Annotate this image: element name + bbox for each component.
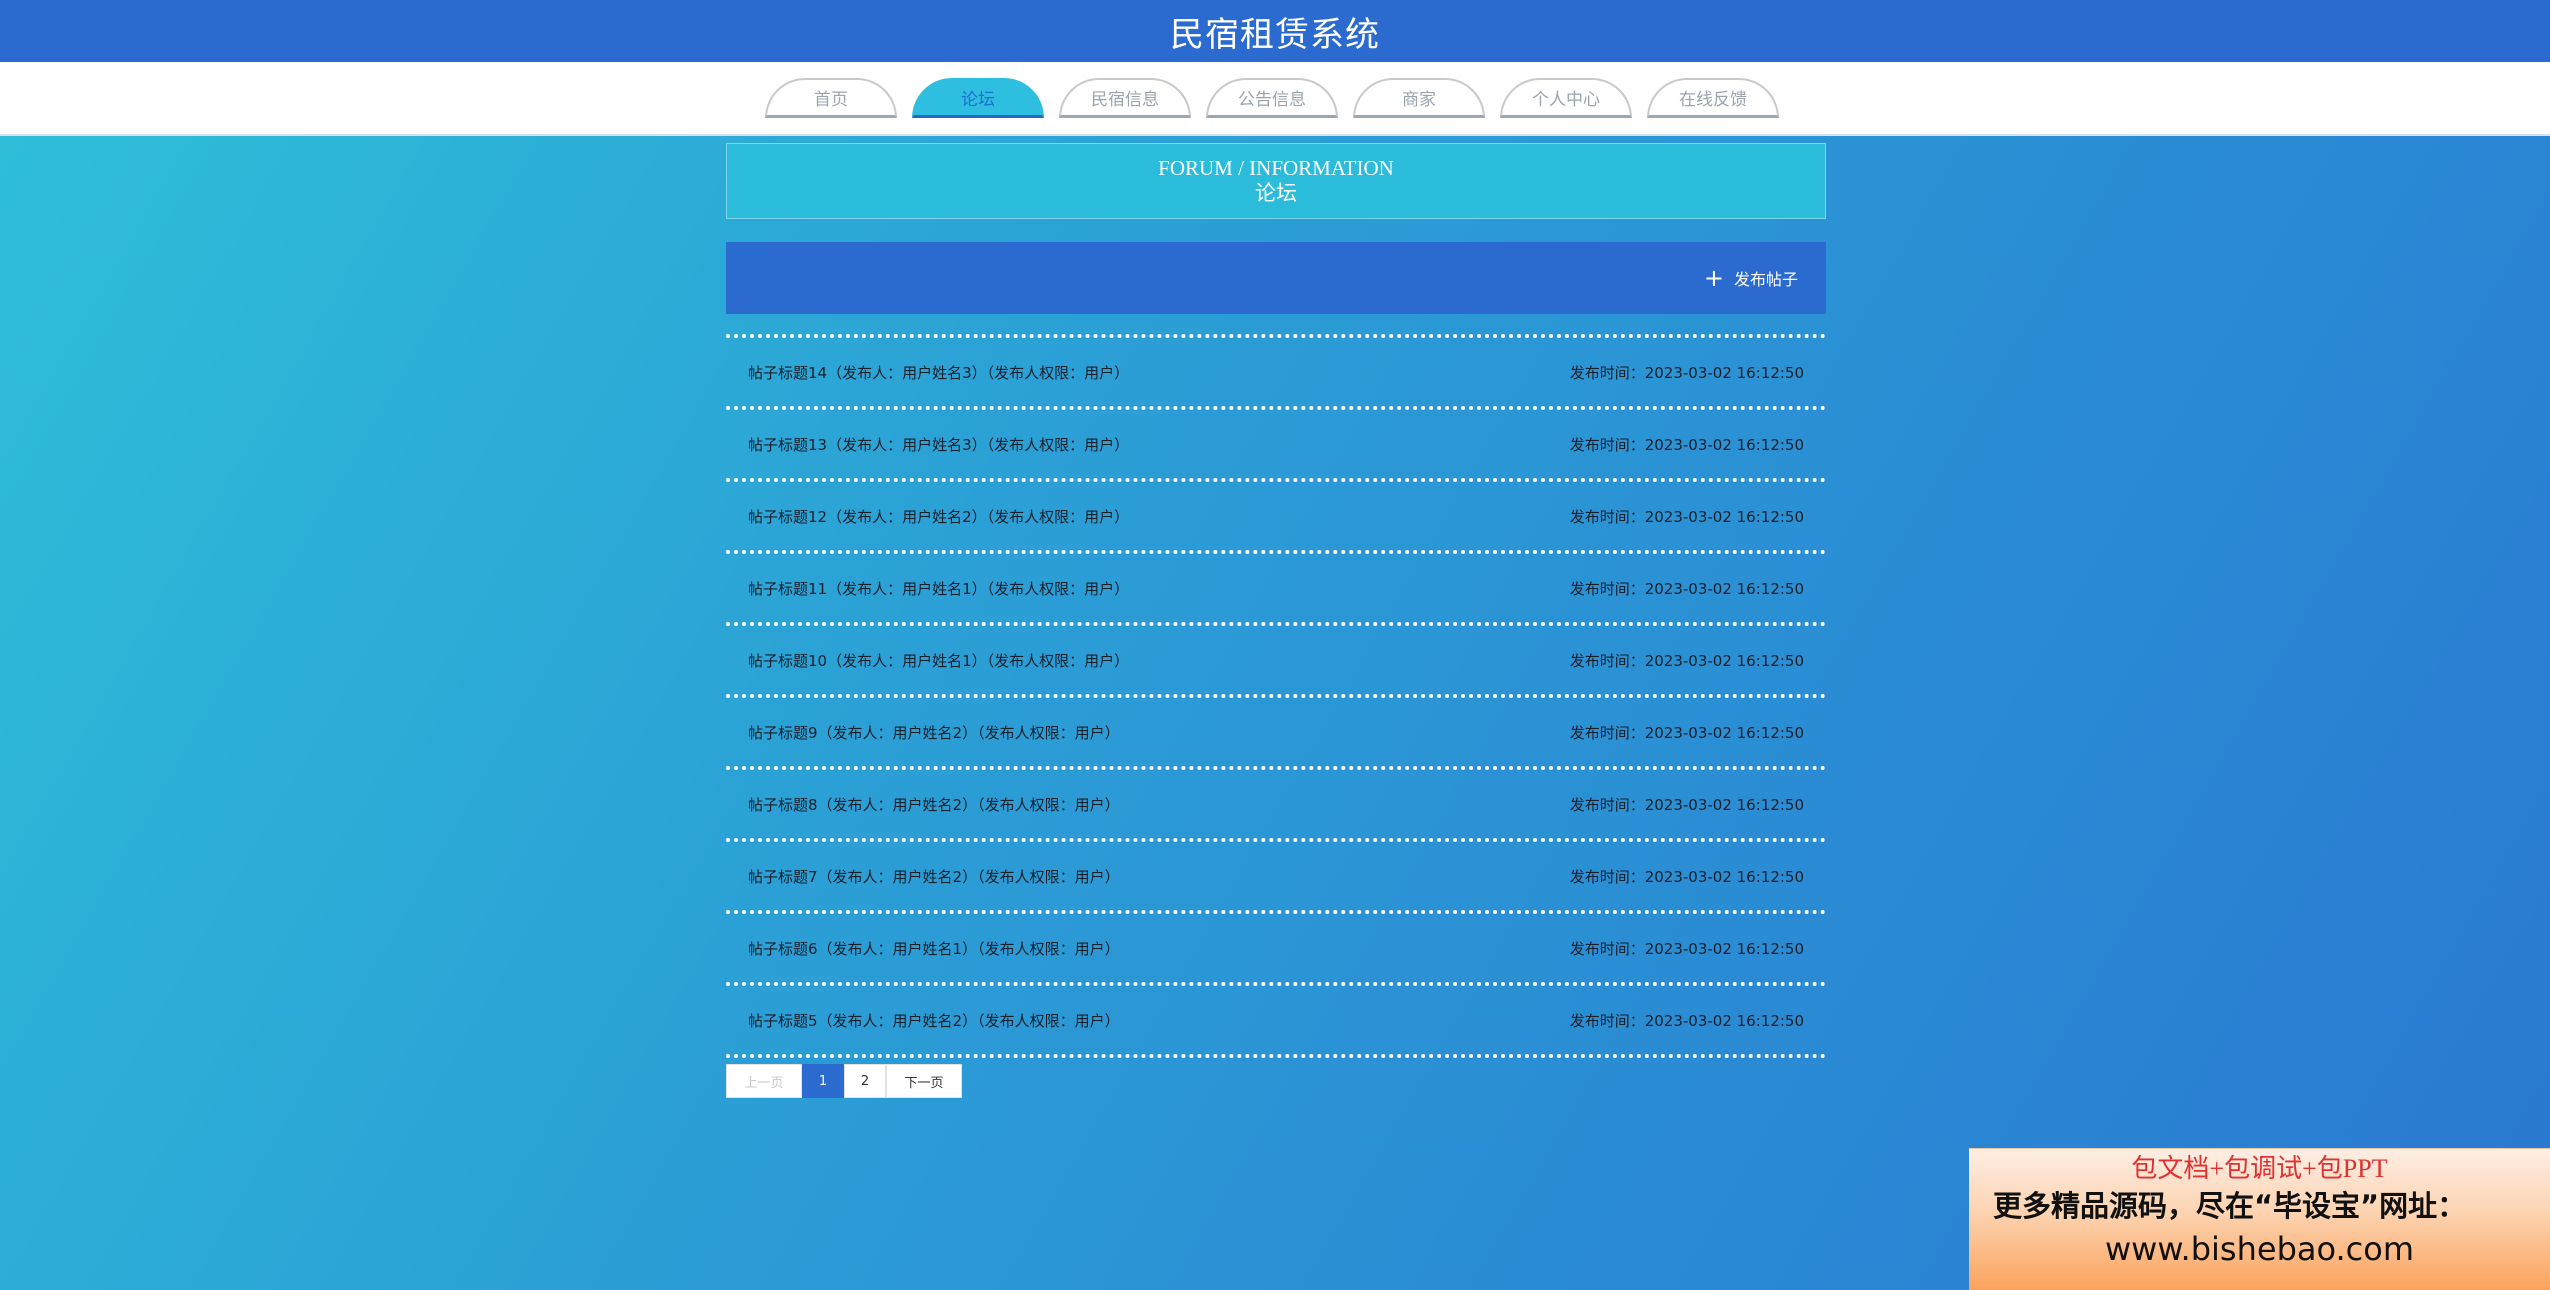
post-time: 发布时间：2023-03-02 16:12:50: [1569, 435, 1804, 454]
post-time: 发布时间：2023-03-02 16:12:50: [1569, 939, 1804, 958]
post-time: 发布时间：2023-03-02 16:12:50: [1569, 1011, 1804, 1030]
post-title: 帖子标题11（发布人：用户姓名1）（发布人权限：用户）: [748, 579, 1130, 598]
nav-tab-forum[interactable]: 论坛: [912, 78, 1044, 118]
list-item[interactable]: 帖子标题14（发布人：用户姓名3）（发布人权限：用户） 发布时间：2023-03…: [726, 334, 1826, 410]
publish-post-label: 发布帖子: [1733, 270, 1798, 289]
list-item[interactable]: 帖子标题12（发布人：用户姓名2）（发布人权限：用户） 发布时间：2023-03…: [726, 482, 1826, 554]
promo-tagline: 包文档+包调试+包PPT: [2131, 1154, 2388, 1183]
main-navigation: 首页 论坛 民宿信息 公告信息 商家 个人中心 在线反馈: [0, 62, 2550, 136]
action-bar: + 发布帖子: [726, 242, 1826, 314]
promo-message: 更多精品源码，尽在“毕设宝”网址：: [1993, 1189, 2467, 1223]
promo-url: www.bishebao.com: [2104, 1230, 2415, 1268]
list-item[interactable]: 帖子标题13（发布人：用户姓名3）（发布人权限：用户） 发布时间：2023-03…: [726, 410, 1826, 482]
page-number-button[interactable]: 2: [844, 1064, 886, 1098]
promo-banner[interactable]: 包文档+包调试+包PPT 更多精品源码，尽在“毕设宝”网址： www.bishe…: [1969, 1148, 2550, 1290]
post-title: 帖子标题7（发布人：用户姓名2）（发布人权限：用户）: [748, 867, 1120, 886]
post-title: 帖子标题5（发布人：用户姓名2）（发布人权限：用户）: [748, 1011, 1120, 1030]
post-time: 发布时间：2023-03-02 16:12:50: [1569, 363, 1804, 382]
post-title: 帖子标题6（发布人：用户姓名1）（发布人权限：用户）: [748, 939, 1120, 958]
list-item[interactable]: 帖子标题7（发布人：用户姓名2）（发布人权限：用户） 发布时间：2023-03-…: [726, 842, 1826, 914]
post-title: 帖子标题8（发布人：用户姓名2）（发布人权限：用户）: [748, 795, 1120, 814]
section-title-english: FORUM / INFORMATION: [1158, 156, 1394, 180]
nav-tab-homestay-info[interactable]: 民宿信息: [1059, 78, 1191, 118]
post-time: 发布时间：2023-03-02 16:12:50: [1569, 579, 1804, 598]
list-item[interactable]: 帖子标题11（发布人：用户姓名1）（发布人权限：用户） 发布时间：2023-03…: [726, 554, 1826, 626]
list-item[interactable]: 帖子标题8（发布人：用户姓名2）（发布人权限：用户） 发布时间：2023-03-…: [726, 770, 1826, 842]
post-time: 发布时间：2023-03-02 16:12:50: [1569, 867, 1804, 886]
section-header: FORUM / INFORMATION 论坛: [726, 143, 1826, 219]
nav-tabs: 首页 论坛 民宿信息 公告信息 商家 个人中心 在线反馈: [765, 78, 1779, 124]
prev-page-button[interactable]: 上一页: [726, 1064, 802, 1098]
nav-tab-announcements[interactable]: 公告信息: [1206, 78, 1338, 118]
top-header-bar: 民宿租赁系统: [0, 0, 2550, 62]
post-title: 帖子标题10（发布人：用户姓名1）（发布人权限：用户）: [748, 651, 1130, 670]
nav-tab-home[interactable]: 首页: [765, 78, 897, 118]
post-title: 帖子标题12（发布人：用户姓名2）（发布人权限：用户）: [748, 507, 1130, 526]
post-title: 帖子标题9（发布人：用户姓名2）（发布人权限：用户）: [748, 723, 1120, 742]
publish-post-button[interactable]: + 发布帖子: [1704, 266, 1798, 290]
post-list: 帖子标题14（发布人：用户姓名3）（发布人权限：用户） 发布时间：2023-03…: [726, 334, 1826, 1058]
list-item[interactable]: 帖子标题5（发布人：用户姓名2）（发布人权限：用户） 发布时间：2023-03-…: [726, 986, 1826, 1058]
list-item[interactable]: 帖子标题9（发布人：用户姓名2）（发布人权限：用户） 发布时间：2023-03-…: [726, 698, 1826, 770]
nav-tab-online-feedback[interactable]: 在线反馈: [1647, 78, 1779, 118]
post-time: 发布时间：2023-03-02 16:12:50: [1569, 723, 1804, 742]
plus-icon: +: [1703, 264, 1724, 292]
nav-tab-personal-center[interactable]: 个人中心: [1500, 78, 1632, 118]
page-number-button[interactable]: 1: [802, 1064, 844, 1098]
post-time: 发布时间：2023-03-02 16:12:50: [1569, 507, 1804, 526]
pagination: 上一页 1 2 下一页: [726, 1064, 962, 1098]
post-title: 帖子标题13（发布人：用户姓名3）（发布人权限：用户）: [748, 435, 1130, 454]
section-title-chinese: 论坛: [1255, 181, 1297, 205]
post-time: 发布时间：2023-03-02 16:12:50: [1569, 651, 1804, 670]
next-page-button[interactable]: 下一页: [886, 1064, 962, 1098]
nav-tab-merchants[interactable]: 商家: [1353, 78, 1485, 118]
post-time: 发布时间：2023-03-02 16:12:50: [1569, 795, 1804, 814]
post-title: 帖子标题14（发布人：用户姓名3）（发布人权限：用户）: [748, 363, 1130, 382]
list-item[interactable]: 帖子标题6（发布人：用户姓名1）（发布人权限：用户） 发布时间：2023-03-…: [726, 914, 1826, 986]
site-title: 民宿租赁系统: [1170, 14, 1380, 55]
list-item[interactable]: 帖子标题10（发布人：用户姓名1）（发布人权限：用户） 发布时间：2023-03…: [726, 626, 1826, 698]
